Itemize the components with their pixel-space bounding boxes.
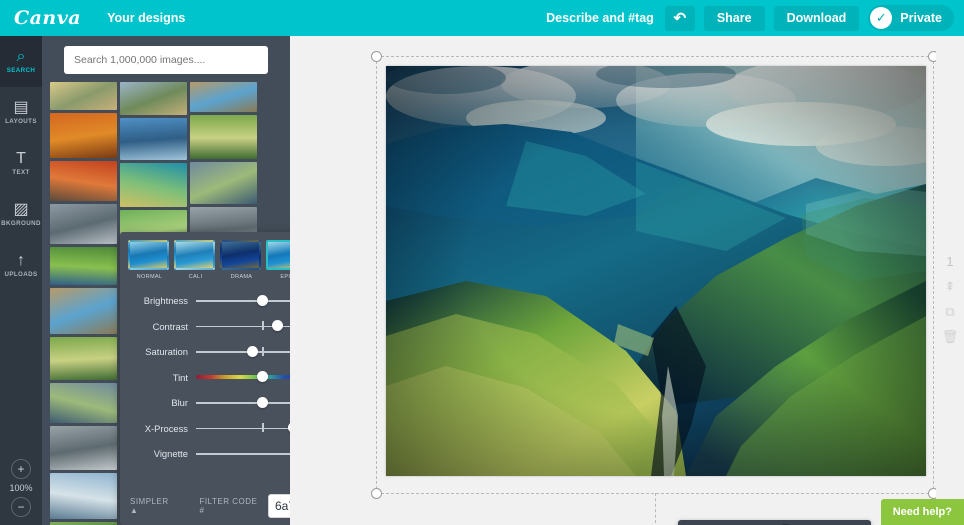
layouts-icon: ▤ bbox=[13, 99, 29, 116]
preset-label: DRAMA bbox=[230, 274, 253, 280]
image-thumbnail[interactable] bbox=[120, 163, 187, 207]
preset-thumbnail bbox=[174, 240, 215, 270]
thumbnail-column bbox=[50, 82, 117, 525]
sidebar-item-label: BKGROUND bbox=[1, 220, 41, 227]
slider-label: Brightness bbox=[143, 295, 188, 307]
trash-icon[interactable]: 🗑 bbox=[942, 330, 959, 344]
right-rail: 1 ⇞ ⧉ 🗑 bbox=[936, 36, 964, 525]
sidebar-item-bkground[interactable]: ▨ BKGROUND bbox=[0, 189, 42, 240]
slider-center-tick bbox=[262, 346, 264, 356]
image-thumbnail[interactable] bbox=[50, 82, 117, 110]
sidebar-item-label: TEXT bbox=[12, 169, 30, 176]
selected-object-frame[interactable]: ↺ bbox=[371, 51, 939, 525]
zoom-level: 100% bbox=[9, 483, 33, 493]
resize-handle-bottom-left[interactable] bbox=[371, 488, 382, 499]
zoom-out-button[interactable]: − bbox=[11, 497, 31, 517]
search-icon: ⌕ bbox=[16, 48, 26, 65]
slider-label: Saturation bbox=[145, 346, 188, 358]
preset-label: NORMAL bbox=[136, 274, 163, 280]
image-thumbnail[interactable] bbox=[190, 82, 257, 112]
slider-center-tick bbox=[262, 423, 264, 433]
image-thumbnail[interactable] bbox=[190, 162, 257, 204]
slider-knob[interactable] bbox=[256, 294, 268, 306]
mountain-valley-photo[interactable] bbox=[386, 66, 926, 476]
slider-knob[interactable] bbox=[272, 320, 284, 332]
text-icon: T bbox=[16, 150, 26, 167]
preset-thumbnail bbox=[220, 240, 261, 270]
image-thumbnail[interactable] bbox=[50, 473, 117, 519]
image-thumbnail[interactable] bbox=[50, 161, 117, 201]
share-button[interactable]: Share bbox=[703, 5, 765, 31]
canva-logo[interactable]: Canva bbox=[14, 7, 81, 29]
filter-preset-drama[interactable]: DRAMA bbox=[220, 240, 263, 280]
canva-editor-window: Canva Your designs Describe and #tag ↶ S… bbox=[0, 0, 964, 525]
describe-and-tag-link[interactable]: Describe and #tag bbox=[546, 11, 654, 25]
cursor-icon[interactable]: ⇞ bbox=[945, 280, 956, 294]
sidebar-item-uploads[interactable]: ↑ UPLOADS bbox=[0, 240, 42, 291]
slider-label: Blur bbox=[171, 397, 188, 409]
preset-thumbnail bbox=[128, 240, 169, 270]
top-bar: Canva Your designs Describe and #tag ↶ S… bbox=[0, 0, 964, 36]
sidebar-item-label: LAYOUTS bbox=[5, 118, 37, 125]
download-button[interactable]: Download bbox=[773, 5, 860, 31]
sidebar-item-layouts[interactable]: ▤ LAYOUTS bbox=[0, 87, 42, 138]
image-thumbnail[interactable] bbox=[120, 118, 187, 160]
slider-label: Tint bbox=[172, 371, 188, 383]
background-icon: ▨ bbox=[13, 201, 29, 218]
need-help-button[interactable]: Need help? bbox=[880, 499, 964, 525]
slider-label: Vignette bbox=[153, 448, 188, 460]
image-thumbnail[interactable] bbox=[120, 82, 187, 115]
privacy-toggle[interactable]: ✓ Private bbox=[868, 5, 954, 31]
rotation-line bbox=[655, 493, 656, 523]
slider-knob[interactable] bbox=[256, 371, 268, 383]
search-bar bbox=[42, 36, 290, 82]
privacy-label: Private bbox=[900, 11, 942, 25]
zoom-controls: + 100% − bbox=[0, 459, 42, 517]
zoom-in-button[interactable]: + bbox=[11, 459, 31, 479]
image-thumbnail[interactable] bbox=[50, 204, 117, 244]
canvas-area[interactable]: ↺ Filter Crop 🗑 ▼ bbox=[290, 36, 964, 525]
filter-preset-normal[interactable]: NORMAL bbox=[128, 240, 171, 280]
preset-label: CALI bbox=[188, 274, 203, 280]
image-thumbnail[interactable] bbox=[190, 115, 257, 159]
slider-label: X-Process bbox=[144, 422, 188, 434]
check-icon: ✓ bbox=[870, 7, 893, 29]
duplicate-icon[interactable]: ⧉ bbox=[945, 305, 954, 319]
image-thumbnail[interactable] bbox=[50, 113, 117, 158]
simpler-toggle[interactable]: SIMPLER ▲ bbox=[130, 497, 178, 515]
image-thumbnail[interactable] bbox=[50, 247, 117, 285]
image-thumbnail[interactable] bbox=[50, 288, 117, 334]
slider-center-tick bbox=[262, 321, 264, 331]
slider-label: Contrast bbox=[152, 320, 188, 332]
object-toolbar: Filter Crop 🗑 ▼ bbox=[678, 520, 871, 525]
filter-preset-cali[interactable]: CALI bbox=[174, 240, 217, 280]
uploads-icon: ↑ bbox=[17, 252, 25, 269]
image-thumbnail[interactable] bbox=[50, 383, 117, 423]
nav-your-designs[interactable]: Your designs bbox=[107, 11, 185, 25]
sidebar-item-search[interactable]: ⌕ SEARCH bbox=[0, 36, 42, 87]
sidebar-item-text[interactable]: T TEXT bbox=[0, 138, 42, 189]
image-thumbnail[interactable] bbox=[50, 337, 117, 380]
sidebar-item-label: UPLOADS bbox=[4, 271, 38, 278]
resize-handle-top-left[interactable] bbox=[371, 51, 382, 62]
sidebar-item-label: SEARCH bbox=[6, 67, 36, 74]
filter-code-label: FILTER CODE # bbox=[199, 497, 258, 515]
image-thumbnail[interactable] bbox=[50, 426, 117, 470]
search-input[interactable] bbox=[64, 46, 268, 74]
top-bar-actions: Describe and #tag ↶ Share Download ✓ Pri… bbox=[546, 0, 964, 36]
left-rail: ⌕ SEARCH ▤ LAYOUTS T TEXT ▨ BKGROUND ↑ UPLOADS + … bbox=[0, 36, 42, 525]
page-number: 1 bbox=[946, 254, 954, 269]
slider-knob[interactable] bbox=[256, 396, 268, 408]
undo-icon[interactable]: ↶ bbox=[664, 5, 695, 31]
slider-knob[interactable] bbox=[247, 345, 259, 357]
